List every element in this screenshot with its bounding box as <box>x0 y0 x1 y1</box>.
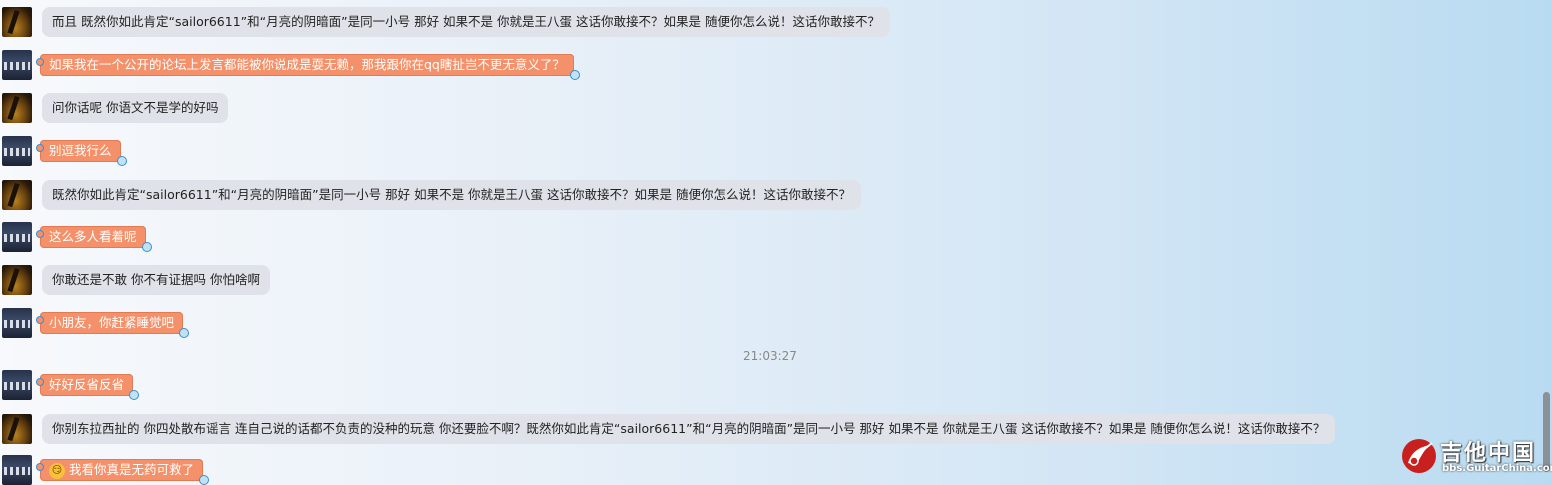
avatar[interactable] <box>2 93 32 123</box>
message-bubble[interactable]: 如果我在一个公开的论坛上发言都能被你说成是耍无赖，那我跟你在qq瞎扯岂不更无意义… <box>36 54 580 80</box>
avatar[interactable] <box>2 265 32 295</box>
smirk-emoji-icon: 😏 <box>49 462 65 479</box>
avatar[interactable] <box>2 180 32 210</box>
avatar[interactable] <box>2 50 32 80</box>
message-bubble[interactable]: 你敢还是不敢 你不有证据吗 你怕啥啊 <box>42 265 270 295</box>
avatar[interactable] <box>2 370 32 400</box>
message-bubble[interactable]: 这么多人看着呢 <box>36 226 152 252</box>
message-bubble[interactable]: 问你话呢 你语文不是学的好吗 <box>42 93 229 123</box>
message-timestamp: 21:03:27 <box>743 349 797 363</box>
watermark-url: bbs.GuitarChina.com <box>1442 463 1552 474</box>
message-bubble[interactable]: 而且 既然你如此肯定“sailor6611”和“月亮的阴暗面”是同一小号 那好 … <box>42 7 890 37</box>
message-bubble[interactable]: 好好反省反省 <box>35 374 140 400</box>
avatar[interactable] <box>2 7 32 37</box>
message-bubble[interactable]: 😏 我看你真是无药可救了 <box>35 459 210 485</box>
avatar[interactable] <box>2 308 32 338</box>
avatar[interactable] <box>2 455 32 485</box>
watermark: 吉他中国 bbs.GuitarChina.com <box>1398 435 1552 480</box>
message-bubble[interactable]: 别逗我行么 <box>36 140 126 166</box>
message-bubble[interactable]: 既然你如此肯定“sailor6611”和“月亮的阴暗面”是同一小号 那好 如果不… <box>42 180 861 210</box>
message-bubble[interactable]: 你别东拉西扯的 你四处散布谣言 连自己说的话都不负责的没种的玩意 你还要脸不啊？… <box>42 414 1336 444</box>
avatar[interactable] <box>2 414 32 444</box>
guitar-logo-icon <box>1402 439 1436 473</box>
message-text: 我看你真是无药可救了 <box>69 462 195 477</box>
message-bubble[interactable]: 小朋友，你赶紧睡觉吧 <box>35 312 190 338</box>
avatar[interactable] <box>2 136 32 166</box>
avatar[interactable] <box>2 222 32 252</box>
